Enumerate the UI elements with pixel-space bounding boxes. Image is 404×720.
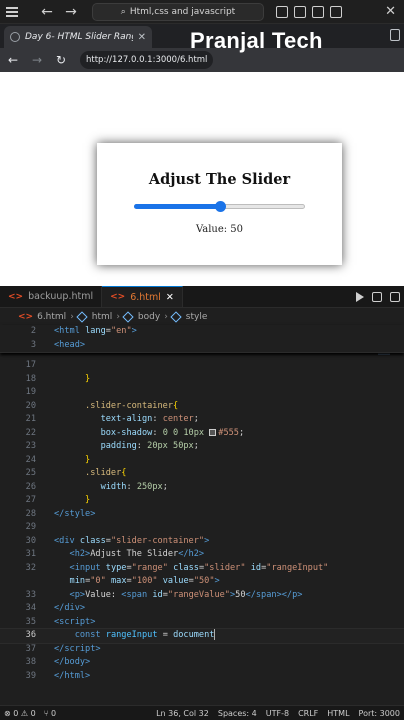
breadcrumb-style[interactable]: style xyxy=(186,312,208,322)
chevron-right-icon: › xyxy=(70,311,74,322)
code-line: 27 } xyxy=(25,495,91,505)
code-line: 33 <p>Value: <span id="rangeValue">50</s… xyxy=(25,589,303,600)
code-line-current: 36 const rangeInput = document xyxy=(0,628,404,644)
breadcrumb-html[interactable]: html xyxy=(92,312,113,322)
code-line: 39 </html> xyxy=(25,670,91,681)
cube-icon xyxy=(170,310,182,323)
text-cursor xyxy=(214,629,216,640)
cursor-position[interactable]: Ln 36, Col 32 xyxy=(156,709,209,718)
code-line: 22 box-shadow: 0 0 10px #555; xyxy=(25,427,245,438)
favicon-icon xyxy=(10,32,20,42)
slider-thumb[interactable] xyxy=(214,201,226,212)
html-file-icon: <> xyxy=(18,311,34,322)
split-editor-icon[interactable] xyxy=(390,291,400,302)
code-line: 31 <h2>Adjust The Slider</h2> xyxy=(25,549,205,559)
browser-window: Day 6- HTML Slider Range ✕ Pranjal Tech … xyxy=(0,24,404,286)
editor-tabs: <> backuup.html <> 6.html ✕ xyxy=(0,286,404,308)
run-icon[interactable] xyxy=(356,291,364,302)
cube-icon xyxy=(76,310,88,323)
language-mode[interactable]: HTML xyxy=(327,709,349,718)
code-line: 24 } xyxy=(25,454,91,465)
code-line: 29 xyxy=(25,522,36,532)
open-preview-icon[interactable] xyxy=(372,291,382,302)
indentation[interactable]: Spaces: 4 xyxy=(218,709,257,718)
code-line: 38 </body> xyxy=(25,657,91,667)
code-line: 37 </script> xyxy=(25,643,101,654)
code-line: 25 .slider{ xyxy=(25,468,127,478)
tab-label: 6.html xyxy=(130,291,161,303)
forward-arrow-icon[interactable]: → xyxy=(62,4,80,20)
menu-icon[interactable] xyxy=(2,0,22,24)
cube-icon xyxy=(122,310,134,323)
code-line: 3 <head> xyxy=(30,339,86,350)
code-line: 28 </style> xyxy=(25,508,96,519)
toggle-panel-icon[interactable] xyxy=(294,5,306,18)
browser-forward-icon[interactable]: → xyxy=(30,53,44,67)
tab-close-icon[interactable]: ✕ xyxy=(166,292,174,303)
tab-label: backuup.html xyxy=(28,291,94,302)
value-label: Value: 50 xyxy=(195,224,244,235)
breadcrumb: <> 6.html › html › body › style xyxy=(0,308,404,325)
window-close-icon[interactable]: ✕ xyxy=(385,4,396,19)
code-line: min="0" max="100" value="50"> xyxy=(69,576,220,586)
code-line: 17 xyxy=(25,360,36,370)
tab-backuup-html[interactable]: <> backuup.html xyxy=(0,286,103,307)
encoding[interactable]: UTF-8 xyxy=(266,709,289,718)
reload-icon[interactable]: ↻ xyxy=(54,53,68,67)
chevron-right-icon: › xyxy=(116,311,120,322)
code-line: 26 width: 250px; xyxy=(25,481,168,492)
lock-icon xyxy=(390,29,400,41)
breadcrumb-file[interactable]: 6.html xyxy=(37,312,66,322)
live-server-port[interactable]: Port: 3000 xyxy=(359,709,400,718)
toggle-secondary-sidebar-icon[interactable] xyxy=(312,5,324,18)
code-line: 35 <script> xyxy=(25,616,96,627)
slider-fill xyxy=(134,204,220,209)
code-line: 2 <html lang="en"> xyxy=(30,326,137,336)
code-line: 32 <input type="range" class="slider" id… xyxy=(25,562,329,573)
browser-back-icon[interactable]: ← xyxy=(6,53,20,67)
code-editor[interactable]: 2 <html lang="en"> 3 <head> 17 18 } 19 20 … xyxy=(0,325,404,705)
browser-tab-title: Day 6- HTML Slider Range xyxy=(25,32,133,42)
code-line: 34 </div> xyxy=(25,603,86,613)
line-endings[interactable]: CRLF xyxy=(298,709,318,718)
page-heading: Adjust The Slider xyxy=(148,171,291,188)
code-line: 21 text-align: center; xyxy=(25,414,199,424)
breadcrumb-body[interactable]: body xyxy=(138,312,160,322)
color-swatch[interactable] xyxy=(209,428,217,436)
html-file-icon: <> xyxy=(8,291,24,302)
ports-indicator[interactable]: ⑂ 0 xyxy=(44,709,56,718)
browser-tab[interactable]: Day 6- HTML Slider Range ✕ xyxy=(4,26,152,48)
code-line: 20 .slider-container{ xyxy=(25,400,179,411)
code-line: 18 } xyxy=(25,373,91,384)
channel-watermark: Pranjal Tech xyxy=(190,28,323,53)
command-search-text: Html,css and javascript xyxy=(129,6,236,17)
layout-icon[interactable] xyxy=(330,5,342,18)
search-icon: ⌕ xyxy=(120,6,126,17)
tab-close-icon[interactable]: ✕ xyxy=(138,32,146,43)
command-search[interactable]: ⌕ Html,css and javascript xyxy=(92,2,264,21)
code-line: 23 padding: 20px 50px; xyxy=(25,441,199,451)
page-viewport: Adjust The Slider Value: 50 xyxy=(0,72,404,286)
sticky-scroll: 2 <html lang="en"> 3 <head> xyxy=(0,325,404,353)
status-bar: ⊗ 0 ⚠ 0 ⑂ 0 Ln 36, Col 32 Spaces: 4 UTF-… xyxy=(0,705,404,720)
toggle-sidebar-icon[interactable] xyxy=(276,5,288,18)
vscode-titlebar: ← → ⌕ Html,css and javascript ✕ xyxy=(0,0,404,24)
back-arrow-icon[interactable]: ← xyxy=(38,4,56,20)
chevron-right-icon: › xyxy=(164,311,168,322)
tab-6-html[interactable]: <> 6.html ✕ xyxy=(102,286,183,307)
code-line: 30 <div class="slider-container"> xyxy=(25,535,210,546)
code-line: 19 xyxy=(25,387,36,397)
html-file-icon: <> xyxy=(110,292,126,302)
problems-indicator[interactable]: ⊗ 0 ⚠ 0 xyxy=(4,709,36,718)
slider-container: Adjust The Slider Value: 50 xyxy=(97,143,342,265)
range-slider[interactable] xyxy=(134,200,305,212)
